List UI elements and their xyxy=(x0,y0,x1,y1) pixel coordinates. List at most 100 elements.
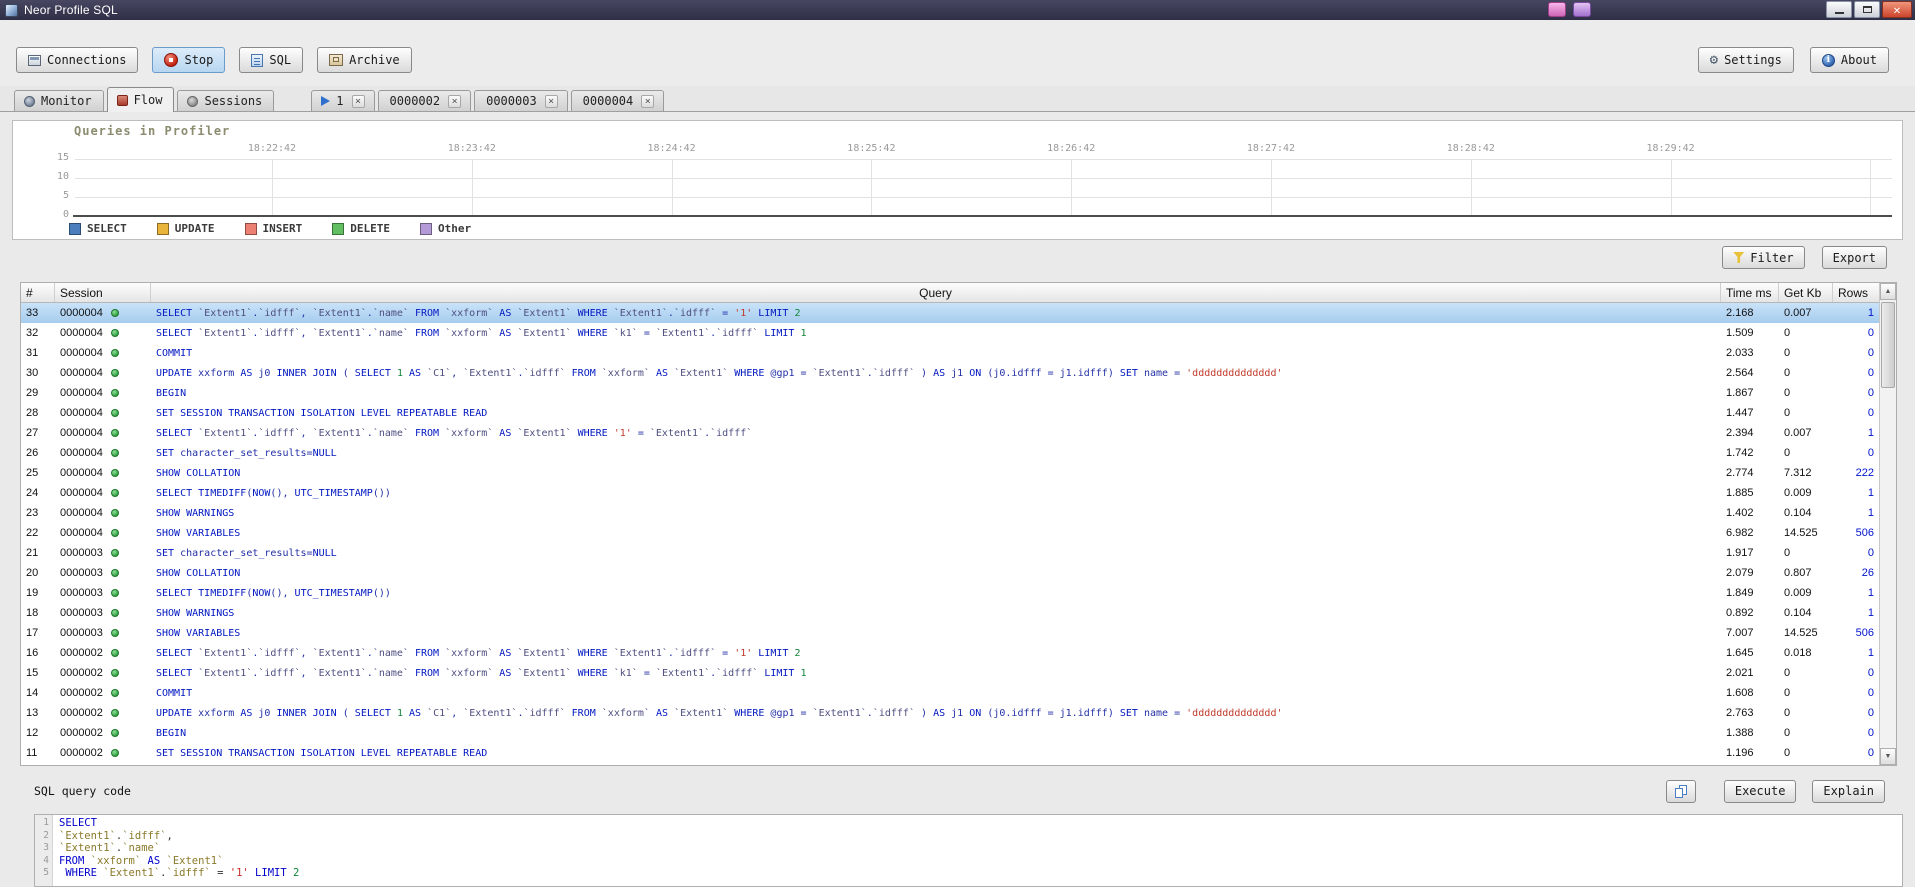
query-row-23[interactable]: 23 0000004 SHOW WARNINGS 1.402 0.104 1 xyxy=(21,503,1879,523)
about-button[interactable]: About xyxy=(1809,47,1889,73)
rows-cell: 0 xyxy=(1867,367,1874,379)
query-cell: SHOW VARIABLES xyxy=(156,627,241,639)
rows-cell: 0 xyxy=(1867,407,1874,419)
session-id: 0000004 xyxy=(60,407,103,419)
filter-button[interactable]: Filter xyxy=(1722,246,1805,269)
tab-0000002[interactable]: 0000002 × xyxy=(377,90,472,111)
sql-button[interactable]: SQL xyxy=(239,47,304,73)
header-query[interactable]: Query xyxy=(151,283,1721,302)
query-row-29[interactable]: 29 0000004 BEGIN 1.867 0 0 xyxy=(21,383,1879,403)
query-row-28[interactable]: 28 0000004 SET SESSION TRANSACTION ISOLATI… xyxy=(21,403,1879,423)
query-row-16[interactable]: 16 0000002 SELECT `Extent1`.`idfff`, `Exte… xyxy=(21,643,1879,663)
query-row-19[interactable]: 19 0000003 SELECT TIMEDIFF(NOW(), UTC_TIME… xyxy=(21,583,1879,603)
tab-monitor[interactable]: Monitor xyxy=(14,90,104,111)
query-row-32[interactable]: 32 0000004 SELECT `Extent1`.`idfff`, `Exte… xyxy=(21,323,1879,343)
tab-close-icon[interactable]: × xyxy=(351,94,365,108)
play-icon xyxy=(321,96,331,106)
query-row-22[interactable]: 22 0000004 SHOW VARIABLES 6.982 14.525 506 xyxy=(21,523,1879,543)
query-row-30[interactable]: 30 0000004 UPDATE xxform AS j0 INNER JOIN … xyxy=(21,363,1879,383)
session-cell: 0000003 xyxy=(55,627,151,639)
sql-code-editor[interactable]: 12345 SELECT `Extent1`.`idfff`, `Extent1`.… xyxy=(34,814,1903,887)
row-number-cell: 15 xyxy=(26,667,39,679)
query-row-26[interactable]: 26 0000004 SET character_set_results=NULL 1… xyxy=(21,443,1879,463)
line-number: 1 xyxy=(43,817,49,828)
legend-label: Other xyxy=(438,222,472,235)
query-row-21[interactable]: 21 0000003 SET character_set_results=NULL 1… xyxy=(21,543,1879,563)
chart-gridline xyxy=(871,159,873,216)
query-row-18[interactable]: 18 0000003 SHOW WARNINGS 0.892 0.104 1 xyxy=(21,603,1879,623)
query-row-24[interactable]: 24 0000004 SELECT TIMEDIFF(NOW(), UTC_TIME… xyxy=(21,483,1879,503)
rows-cell: 1 xyxy=(1867,427,1874,439)
session-cell: 0000004 xyxy=(55,407,151,419)
execute-button[interactable]: Execute xyxy=(1723,779,1797,803)
maximize-button[interactable] xyxy=(1854,1,1880,18)
session-cell: 0000003 xyxy=(55,607,151,619)
session-status-dot xyxy=(110,689,119,697)
session-status-dot xyxy=(110,509,119,517)
query-cell: BEGIN xyxy=(156,727,187,739)
tab-1[interactable]: 1 × xyxy=(311,90,375,111)
query-row-11[interactable]: 11 0000002 SET SESSION TRANSACTION ISOLATI… xyxy=(21,743,1879,763)
header-session[interactable]: Session xyxy=(55,283,151,302)
query-row-33[interactable]: 33 0000004 SELECT `Extent1`.`idfff`, `Exte… xyxy=(21,303,1879,323)
query-cell: UPDATE xxform AS j0 INNER JOIN ( SELECT … xyxy=(156,707,1283,719)
query-row-12[interactable]: 12 0000002 BEGIN 1.388 0 0 xyxy=(21,723,1879,743)
filter-label: Filter xyxy=(1750,250,1794,265)
legend-item-select: SELECT xyxy=(69,222,127,235)
minimize-button[interactable] xyxy=(1826,1,1852,18)
time-ms-cell: 1.885 xyxy=(1726,487,1754,499)
ime-icon-1[interactable] xyxy=(1548,2,1566,17)
scroll-down-button[interactable] xyxy=(1880,748,1896,765)
code-line: WHERE `Extent1`.`idfff` = '1' LIMIT 2 xyxy=(65,867,300,879)
query-row-31[interactable]: 31 0000004 COMMIT 2.033 0 0 xyxy=(21,343,1879,363)
get-kb-cell: 14.525 xyxy=(1784,527,1818,539)
code-line: `Extent1`.`name` xyxy=(59,842,161,854)
header-num[interactable]: # xyxy=(21,283,55,302)
query-row-27[interactable]: 27 0000004 SELECT `Extent1`.`idfff`, `Exte… xyxy=(21,423,1879,443)
settings-button[interactable]: Settings xyxy=(1697,47,1794,73)
scroll-thumb[interactable] xyxy=(1881,302,1895,388)
ime-icon-2[interactable] xyxy=(1573,2,1591,17)
legend-item-insert: INSERT xyxy=(244,222,302,235)
maximize-icon xyxy=(1862,6,1872,13)
query-row-17[interactable]: 17 0000003 SHOW VARIABLES 7.007 14.525 506 xyxy=(21,623,1879,643)
query-row-14[interactable]: 14 0000002 COMMIT 1.608 0 0 xyxy=(21,683,1879,703)
row-number-cell: 26 xyxy=(26,447,39,459)
query-row-13[interactable]: 13 0000002 UPDATE xxform AS j0 INNER JOIN … xyxy=(21,703,1879,723)
stop-icon xyxy=(164,53,179,67)
query-row-25[interactable]: 25 0000004 SHOW COLLATION 2.774 7.312 222 xyxy=(21,463,1879,483)
tab-0000004[interactable]: 0000004 × xyxy=(570,90,665,111)
query-row-15[interactable]: 15 0000002 SELECT `Extent1`.`idfff`, `Exte… xyxy=(21,663,1879,683)
query-row-20[interactable]: 20 0000003 SHOW COLLATION 2.079 0.807 26 xyxy=(21,563,1879,583)
line-number: 4 xyxy=(43,854,49,866)
tab-close-icon[interactable]: × xyxy=(544,94,558,108)
scroll-up-button[interactable] xyxy=(1880,283,1896,300)
tab-close-icon[interactable]: × xyxy=(448,94,462,108)
row-number-cell: 16 xyxy=(26,647,39,659)
tab-sessions[interactable]: Sessions xyxy=(177,90,275,111)
header-time-ms[interactable]: Time ms xyxy=(1721,283,1779,302)
header-rows[interactable]: Rows xyxy=(1833,283,1879,302)
query-cell: SET SESSION TRANSACTION ISOLATION LEVEL … xyxy=(156,407,488,419)
close-button[interactable] xyxy=(1882,1,1912,18)
archive-button[interactable]: Archive xyxy=(317,47,412,73)
copy-button[interactable] xyxy=(1665,779,1696,803)
explain-label: Explain xyxy=(1823,784,1874,798)
tab-close-icon[interactable]: × xyxy=(641,94,655,108)
time-ms-cell: 0.892 xyxy=(1726,607,1754,619)
connections-button[interactable]: Connections xyxy=(16,47,139,73)
tab-0000003[interactable]: 0000003 × xyxy=(474,90,568,111)
tab-flow[interactable]: Flow xyxy=(106,87,175,112)
table-scrollbar[interactable] xyxy=(1879,283,1896,765)
header-get-kb[interactable]: Get Kb xyxy=(1779,283,1833,302)
session-id: 0000004 xyxy=(60,367,103,379)
tab-bar: Monitor Flow Sessions 1 × 0000002 × 0000003 × 000… xyxy=(0,86,1915,112)
get-kb-cell: 0 xyxy=(1784,687,1791,699)
session-id: 0000004 xyxy=(60,387,103,399)
stop-button[interactable]: Stop xyxy=(152,47,226,73)
tab-label: 0000003 xyxy=(486,94,537,108)
main-panel: Queries in Profiler 18:22:42 18:23:42 18:2… xyxy=(0,112,1915,887)
explain-button[interactable]: Explain xyxy=(1812,779,1885,803)
session-status-dot xyxy=(110,469,119,477)
export-button[interactable]: Export xyxy=(1821,246,1887,269)
